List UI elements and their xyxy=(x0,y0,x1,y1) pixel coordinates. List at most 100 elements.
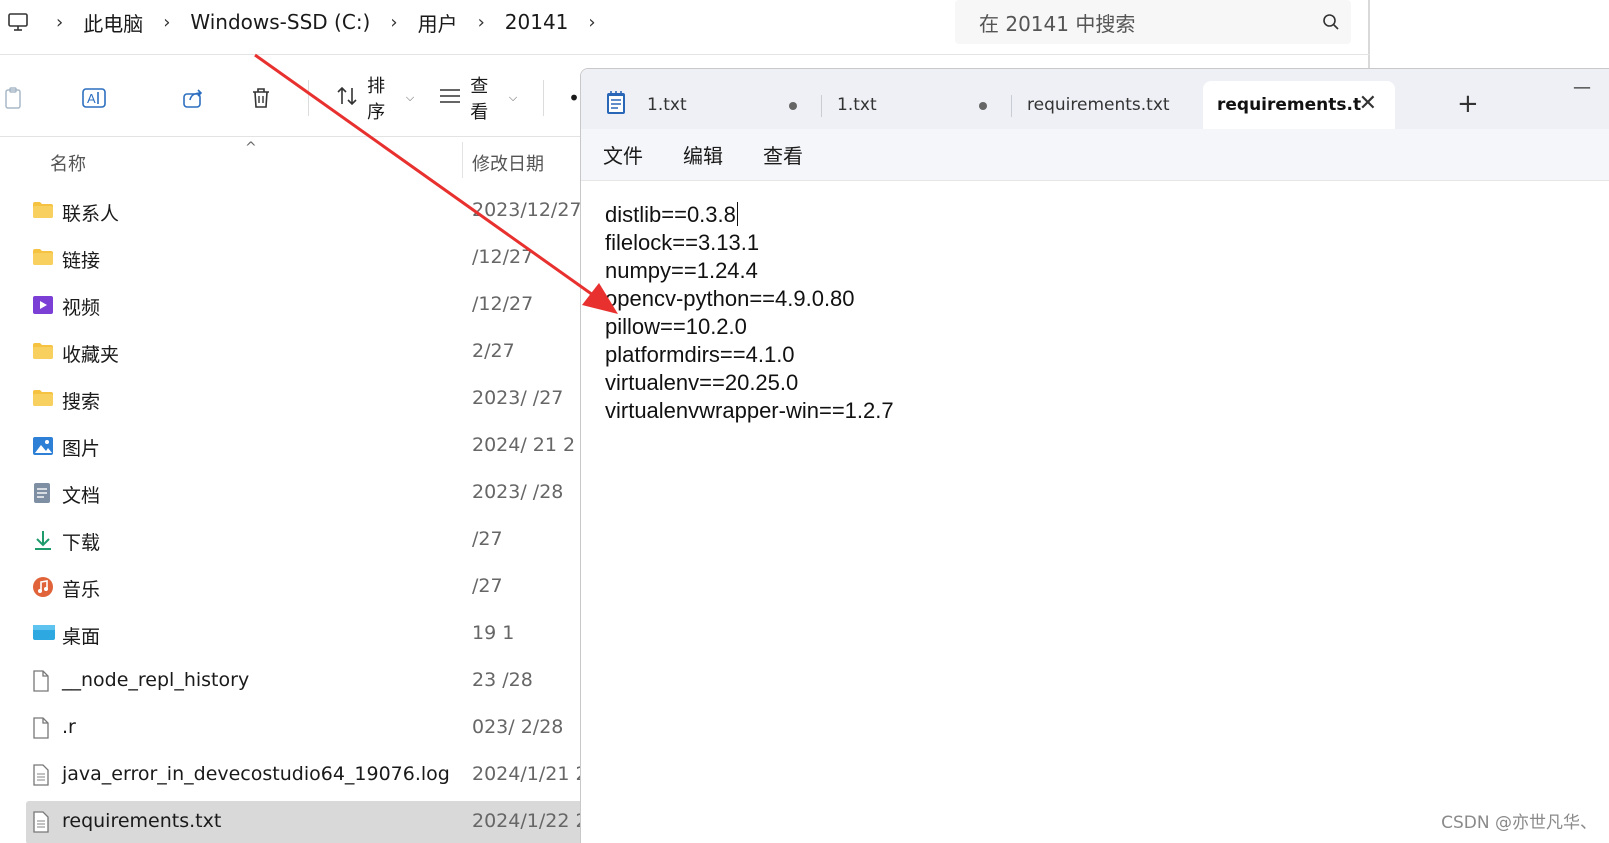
minimize-button[interactable]: — xyxy=(1573,77,1591,98)
search-icon[interactable] xyxy=(1311,13,1351,31)
column-headers: ^ 名称 修改日期 xyxy=(0,140,580,180)
text-file-icon xyxy=(32,811,54,833)
tab-active[interactable]: requirements.t ✕ xyxy=(1203,81,1395,129)
watermark: CSDN @亦世凡华、 xyxy=(1441,813,1597,833)
text-line: virtualenv==20.25.0 xyxy=(605,369,1586,397)
menu-file[interactable]: 文件 xyxy=(603,140,643,169)
view-icon xyxy=(438,87,462,110)
chevron-down-icon: ⌵ xyxy=(405,91,415,104)
line-text: pillow==10.2.0 xyxy=(605,314,747,339)
view-button[interactable]: 查看 ⌵ xyxy=(426,70,529,126)
text-line: distlib==0.3.8 xyxy=(605,201,1586,229)
chevron-right-icon[interactable]: › xyxy=(370,12,417,33)
file-name: 搜索 xyxy=(62,391,101,413)
column-header-name[interactable]: 名称 xyxy=(50,150,86,176)
sort-label: 排序 xyxy=(367,76,386,123)
folder-icon xyxy=(32,341,54,363)
tab-1[interactable]: 1.txt xyxy=(647,81,817,129)
tab-label: requirements.txt xyxy=(1027,95,1170,115)
search-input[interactable]: 在 20141 中搜索 xyxy=(955,0,1351,44)
share-button[interactable] xyxy=(159,70,226,126)
window-edge xyxy=(1368,0,1370,70)
folder-icon xyxy=(32,247,54,269)
file-date: /12/27 xyxy=(472,293,534,315)
breadcrumb-this-pc[interactable]: 此电脑 xyxy=(83,8,143,37)
file-date: 19 1 xyxy=(472,622,515,644)
tab-3[interactable]: requirements.txt xyxy=(1027,81,1197,129)
computer-icon[interactable] xyxy=(0,0,36,44)
tab-separator xyxy=(821,95,822,117)
view-label: 查看 xyxy=(470,76,489,123)
file-icon xyxy=(32,717,54,739)
pictures-folder-icon xyxy=(32,435,54,457)
file-row[interactable]: 下载/27 xyxy=(0,517,580,564)
address-bar[interactable]: › 此电脑 › Windows-SSD (C:) › 用户 › 20141 › xyxy=(0,0,945,44)
file-row[interactable]: 搜索 2023/ /27 xyxy=(0,376,580,423)
line-text: numpy==1.24.4 xyxy=(605,258,758,283)
file-row[interactable]: .r 023/ 2/28 xyxy=(0,705,580,752)
file-name: 收藏夹 xyxy=(62,344,120,366)
file-name: 桌面 xyxy=(62,626,101,648)
file-date: 023/ 2/28 xyxy=(472,716,564,738)
file-row[interactable]: requirements.txt 2024/1/22 2 xyxy=(0,799,588,843)
divider xyxy=(0,54,1370,55)
file-name: requirements.txt xyxy=(62,810,222,832)
new-tab-button[interactable]: + xyxy=(1457,89,1479,119)
sort-button[interactable]: 排序 ⌵ xyxy=(323,70,426,126)
file-name: java_error_in_devecostudio64_19076.log xyxy=(62,763,450,785)
line-text: virtualenv==20.25.0 xyxy=(605,370,799,395)
file-row[interactable]: 桌面 19 1 xyxy=(0,611,580,658)
text-editor[interactable]: distlib==0.3.8 filelock==3.13.1 numpy==1.2… xyxy=(581,183,1609,843)
menu-bar: 文件 编辑 查看 xyxy=(581,129,1609,181)
svg-text:A: A xyxy=(87,91,96,106)
delete-button[interactable] xyxy=(227,70,294,126)
file-date: 2024/1/21 2 xyxy=(472,763,588,785)
file-row[interactable]: 文档 2023/ /28 xyxy=(0,470,580,517)
breadcrumb-drive[interactable]: Windows-SSD (C:) xyxy=(190,10,370,34)
file-row[interactable]: __node_repl_history 23 /28 xyxy=(0,658,580,705)
sort-ascending-icon: ^ xyxy=(245,140,257,156)
file-name: 链接 xyxy=(62,250,101,272)
rename-button[interactable]: A xyxy=(28,70,159,126)
breadcrumb-users[interactable]: 用户 xyxy=(418,8,458,37)
text-line: filelock==3.13.1 xyxy=(605,229,1586,257)
file-date: 23 /28 xyxy=(472,669,533,691)
text-line: opencv-python==4.9.0.80 xyxy=(605,285,1586,313)
documents-folder-icon xyxy=(32,482,54,504)
file-row[interactable]: 收藏夹 2/27 xyxy=(0,329,580,376)
screen: › 此电脑 › Windows-SSD (C:) › 用户 › 20141 › … xyxy=(0,0,1609,843)
file-row[interactable]: 音乐/27 xyxy=(0,564,580,611)
file-row[interactable]: java_error_in_devecostudio64_19076.log 20… xyxy=(0,752,588,799)
file-row[interactable]: 视频/12/27 xyxy=(0,282,580,329)
close-tab-icon[interactable]: ✕ xyxy=(1359,91,1377,116)
tab-2[interactable]: 1.txt xyxy=(837,81,1007,129)
column-divider[interactable] xyxy=(462,142,463,178)
chevron-right-icon[interactable]: › xyxy=(36,12,83,33)
music-folder-icon xyxy=(32,576,54,598)
file-row[interactable]: 联系人 2023/12/27 xyxy=(0,188,582,235)
file-date: /27 xyxy=(472,575,503,597)
column-header-date[interactable]: 修改日期 xyxy=(472,150,544,176)
file-name: __node_repl_history xyxy=(62,669,250,691)
chevron-right-icon[interactable]: › xyxy=(143,12,190,33)
file-name: 音乐 xyxy=(62,579,101,601)
chevron-right-icon[interactable]: › xyxy=(568,12,615,33)
file-date: 2023/12/27 xyxy=(472,199,582,221)
tab-separator xyxy=(1011,95,1012,117)
chevron-right-icon[interactable]: › xyxy=(458,12,505,33)
toolbar-separator xyxy=(543,80,545,116)
explorer-toolbar: A 排序 ⌵ 查看 ⌵ • xyxy=(0,70,580,126)
file-row[interactable]: 图片 2024/ 21 2 xyxy=(0,423,580,470)
more-options-icon[interactable]: • xyxy=(558,86,580,110)
text-line: virtualenvwrapper-win==1.2.7 xyxy=(605,397,1586,425)
text-caret xyxy=(736,202,738,226)
menu-edit[interactable]: 编辑 xyxy=(683,140,723,169)
paste-button[interactable] xyxy=(0,70,28,126)
file-date: 2/27 xyxy=(472,340,515,362)
menu-view[interactable]: 查看 xyxy=(763,140,803,169)
file-date: 2023/ /28 xyxy=(472,481,564,503)
file-row[interactable]: 链接/12/27 xyxy=(0,235,580,282)
breadcrumb-user-folder[interactable]: 20141 xyxy=(505,10,569,34)
chevron-down-icon: ⌵ xyxy=(508,91,518,104)
unsaved-dot-icon xyxy=(979,102,987,110)
